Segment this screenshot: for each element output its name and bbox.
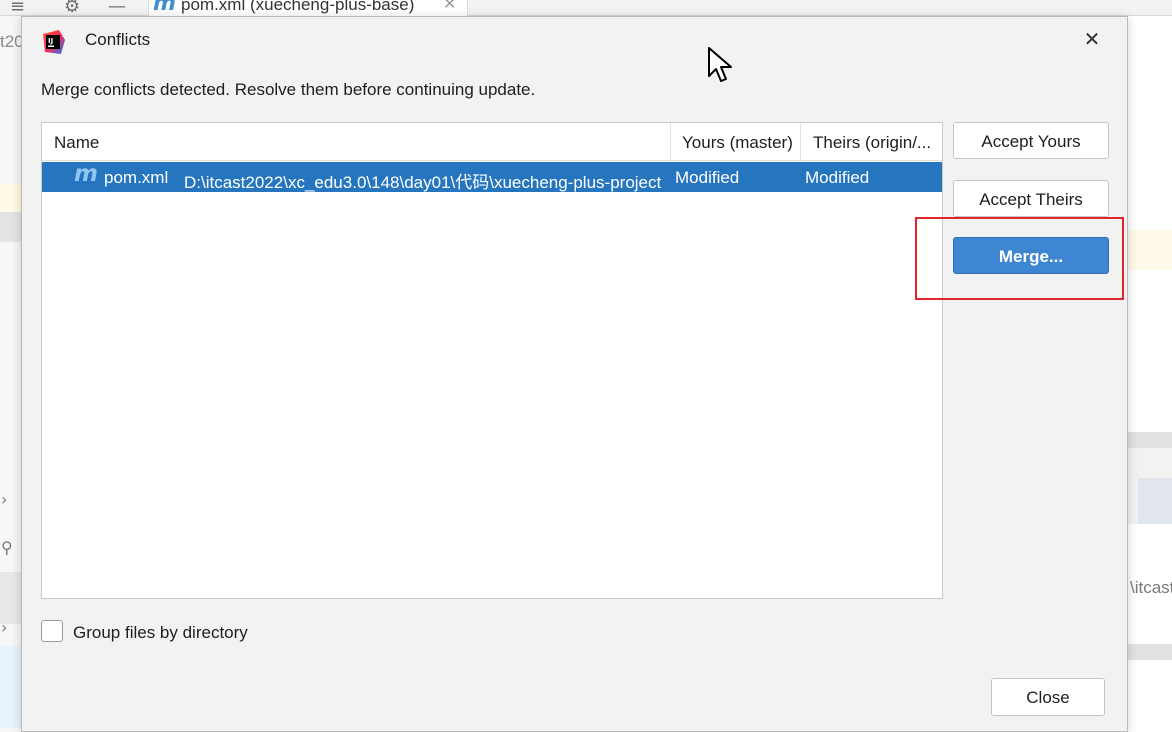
- menu-icon[interactable]: ≡: [10, 0, 25, 17]
- close-icon[interactable]: ✕: [443, 0, 456, 13]
- merge-button[interactable]: Merge...: [953, 237, 1109, 274]
- ide-left-text: t20: [0, 32, 21, 51]
- ide-panel-divider: [1128, 644, 1172, 660]
- theirs-status: Modified: [805, 168, 870, 187]
- ide-panel-divider: [1128, 432, 1172, 448]
- accept-yours-button[interactable]: Accept Yours: [953, 122, 1109, 159]
- ide-panel-band: [0, 572, 21, 624]
- group-by-directory-checkbox[interactable]: [41, 620, 63, 642]
- chevron-right-icon[interactable]: ›: [1, 490, 7, 509]
- close-icon[interactable]: ✕: [1080, 27, 1104, 51]
- ide-selected-line: [0, 212, 21, 242]
- editor-tab[interactable]: m pom.xml (xuecheng-plus-base) ✕: [148, 0, 468, 16]
- intellij-logo-icon: IJ: [43, 30, 65, 54]
- maven-file-icon: m: [74, 161, 98, 187]
- column-header-theirs[interactable]: Theirs (origin/...: [801, 123, 942, 161]
- file-name: pom.xml: [104, 168, 169, 187]
- conflict-message: Merge conflicts detected. Resolve them b…: [41, 80, 536, 99]
- ide-tree-selection: [0, 646, 21, 728]
- ide-panel-tab: [1138, 478, 1172, 524]
- filter-icon[interactable]: ⚲: [1, 538, 13, 557]
- file-path: D:\itcast2022\xc_edu3.0\148\day01\代码\xue…: [184, 173, 662, 192]
- ide-left-panel: t20 › ⚲ ›: [0, 16, 21, 732]
- ide-right-panel: \itcast: [1128, 16, 1172, 732]
- maven-file-icon: m: [153, 0, 176, 16]
- gear-icon[interactable]: ⚙: [64, 0, 80, 17]
- column-header-name[interactable]: Name: [42, 123, 671, 161]
- minimize-icon[interactable]: —: [108, 0, 126, 17]
- chevron-right-icon[interactable]: ›: [1, 618, 7, 637]
- svg-text:IJ: IJ: [48, 37, 53, 45]
- ide-right-text: \itcast: [1130, 578, 1172, 597]
- conflicts-table[interactable]: Name Yours (master) Theirs (origin/... m…: [41, 122, 943, 599]
- mouse-cursor-icon: [708, 47, 732, 82]
- table-row[interactable]: m pom.xml D:\itcast2022\xc_edu3.0\148\da…: [42, 161, 942, 192]
- close-button[interactable]: Close: [991, 678, 1105, 716]
- dialog-title: Conflicts: [85, 30, 151, 49]
- group-by-directory-label[interactable]: Group files by directory: [73, 623, 248, 643]
- editor-tab-label: pom.xml (xuecheng-plus-base): [181, 0, 415, 14]
- column-header-yours[interactable]: Yours (master): [671, 123, 801, 161]
- ide-toolbar: ≡ ⚙ — m pom.xml (xuecheng-plus-base) ✕: [0, 0, 1172, 17]
- ide-line-highlight: [1128, 230, 1172, 270]
- yours-status: Modified: [675, 168, 740, 187]
- conflicts-dialog: IJ Conflicts ✕ Merge conflicts detected.…: [21, 16, 1128, 732]
- table-header: Name Yours (master) Theirs (origin/...: [42, 123, 942, 161]
- accept-theirs-button[interactable]: Accept Theirs: [953, 180, 1109, 217]
